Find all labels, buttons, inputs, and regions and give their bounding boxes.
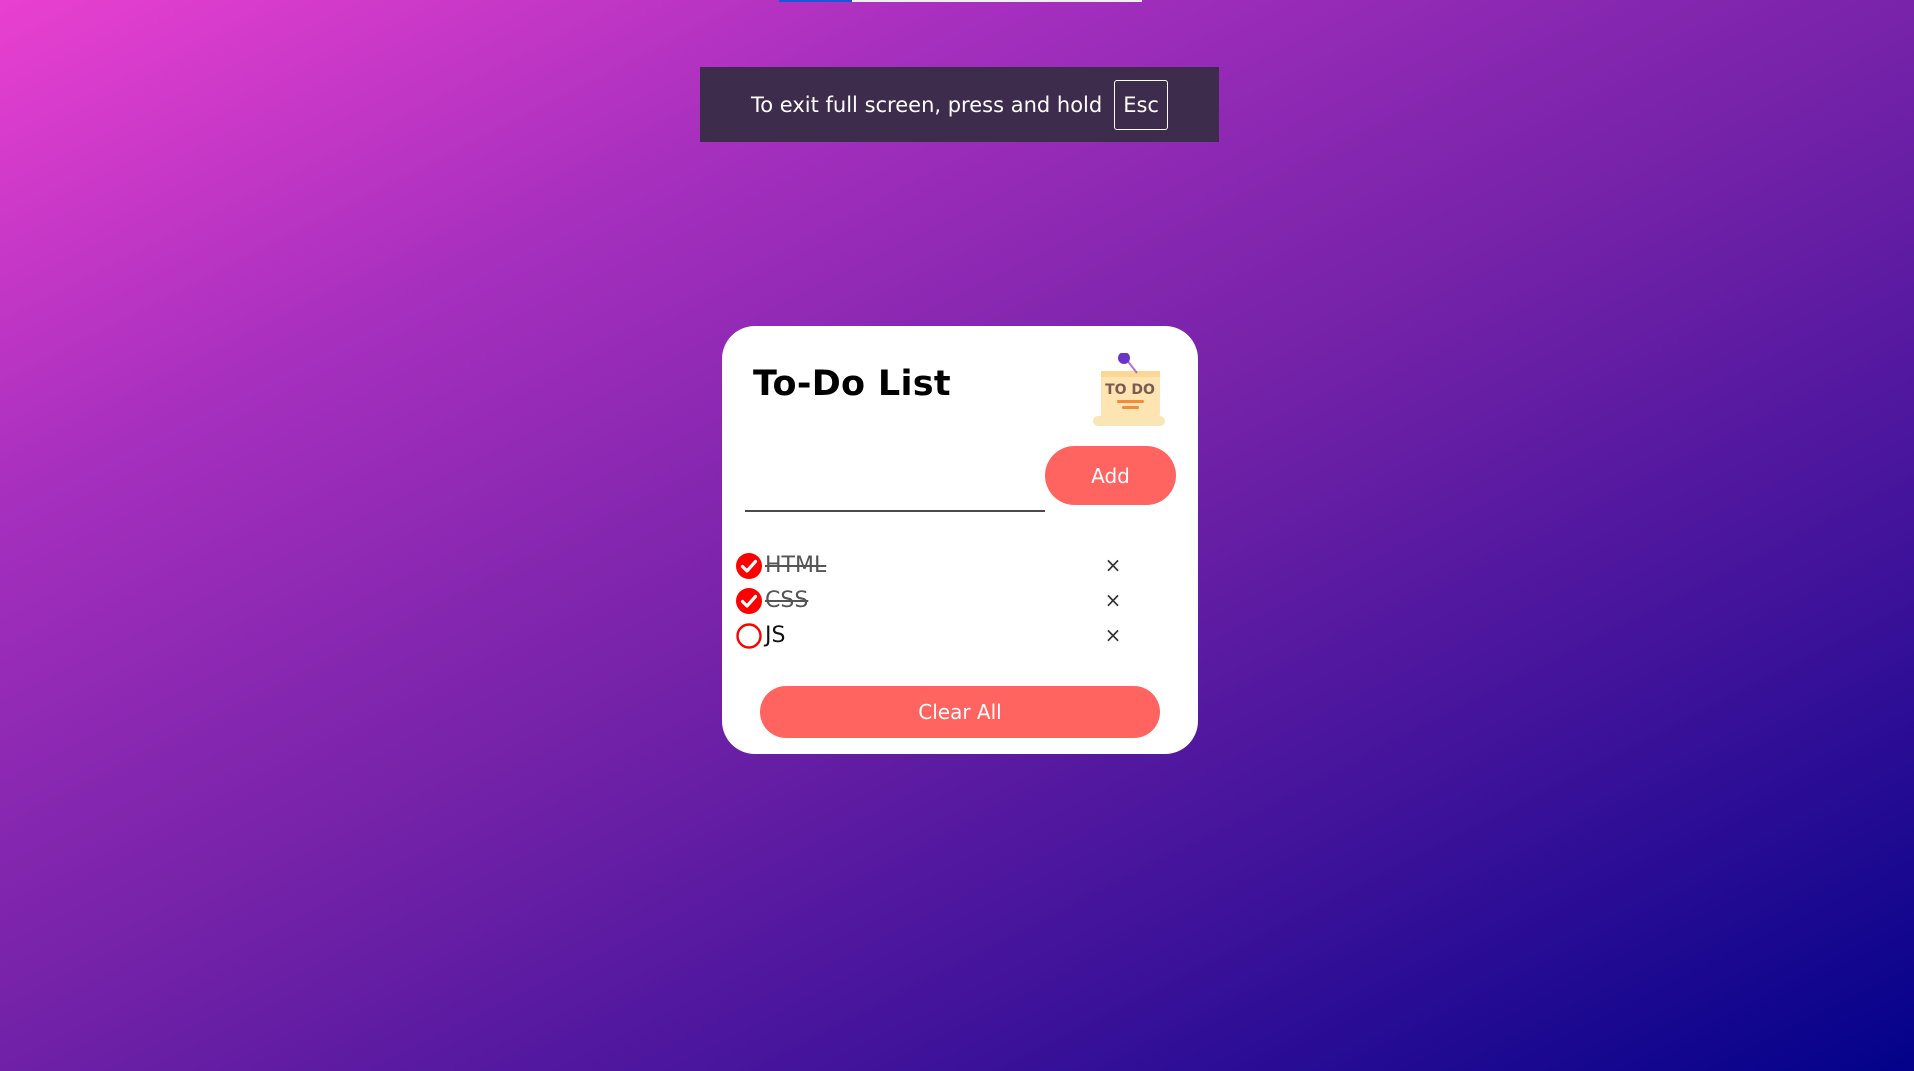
remove-task-icon[interactable]: × <box>1101 620 1125 650</box>
task-label: JS <box>765 623 786 648</box>
task-input-wrapper <box>745 446 1045 512</box>
app-title: To-Do List <box>753 364 951 404</box>
page-loading-bar-fill <box>779 0 852 2</box>
task-item[interactable]: CSS × <box>736 583 1156 618</box>
add-button[interactable]: Add <box>1045 446 1176 505</box>
task-label: HTML <box>765 553 827 578</box>
todo-card: To-Do List TO DO Add HTML × CSS × JS × Clear … <box>722 326 1198 754</box>
clear-all-button[interactable]: Clear All <box>760 686 1160 738</box>
esc-key-hint: Esc <box>1114 79 1168 130</box>
remove-task-icon[interactable]: × <box>1101 585 1125 615</box>
todo-note-icon: TO DO <box>1093 353 1165 426</box>
checked-circle-icon[interactable] <box>736 587 762 614</box>
remove-task-icon[interactable]: × <box>1101 550 1125 580</box>
task-item[interactable]: JS × <box>736 618 1156 653</box>
fullscreen-exit-notice: To exit full screen, press and hold Esc <box>700 67 1219 142</box>
fullscreen-exit-message: To exit full screen, press and hold <box>751 92 1103 117</box>
page-loading-bar <box>779 0 1142 2</box>
task-list: HTML × CSS × JS × <box>736 548 1156 653</box>
todo-logo-text: TO DO <box>1105 382 1155 398</box>
checked-circle-icon[interactable] <box>736 552 762 579</box>
unchecked-circle-icon[interactable] <box>736 622 762 649</box>
task-label: CSS <box>765 588 809 613</box>
task-item[interactable]: HTML × <box>736 548 1156 583</box>
task-input[interactable] <box>745 446 1045 510</box>
